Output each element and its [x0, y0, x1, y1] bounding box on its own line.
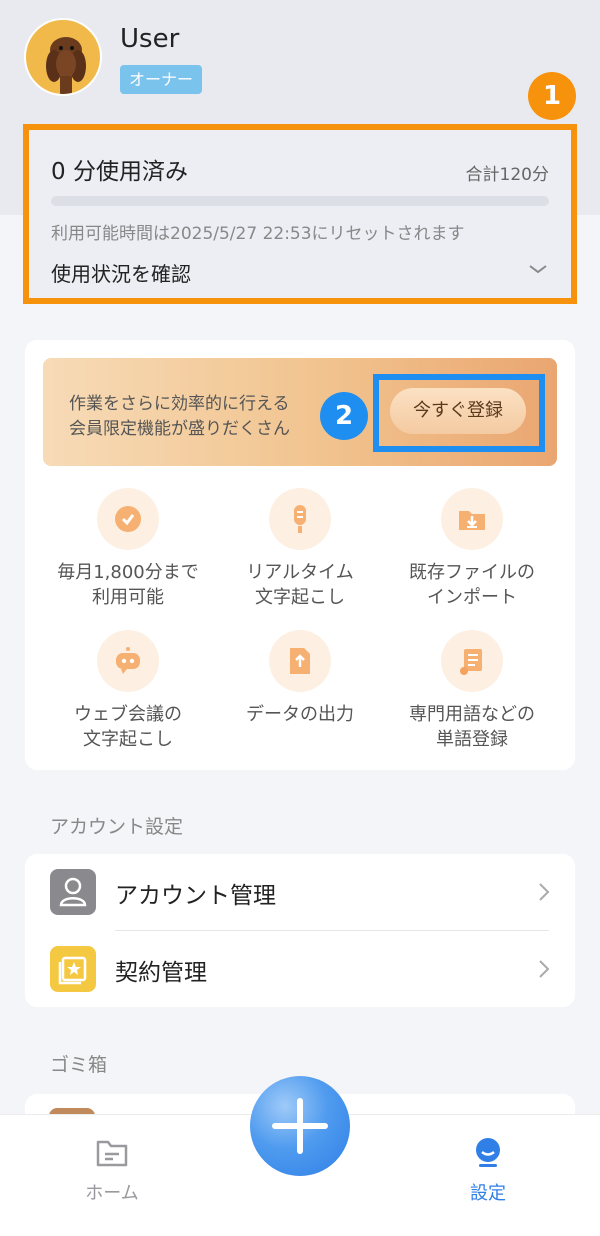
avatar[interactable]	[24, 18, 102, 96]
nav-settings[interactable]: 設定	[448, 1135, 528, 1205]
chevron-right-icon	[539, 960, 550, 978]
person-icon	[59, 877, 87, 907]
usage-progress-bar	[51, 196, 549, 206]
feature-word-registration: 専門用語などの 単語登録	[387, 630, 557, 752]
feature-label: リアルタイム 文字起こし	[246, 562, 354, 608]
usage-total-label: 合計120分	[465, 165, 549, 185]
file-export-icon	[290, 648, 310, 674]
usage-card: 0 分使用済み 合計120分 利用可能時間は2025/5/27 22:53にリセ…	[23, 124, 577, 304]
feature-file-import: 既存ファイルの インポート	[387, 488, 557, 610]
contract-management-item[interactable]: 契約管理	[25, 931, 575, 1007]
scroll-icon	[460, 649, 482, 675]
promo-line-2: 会員限定機能が盛りだくさん	[69, 419, 290, 439]
folder-import-icon	[459, 511, 485, 530]
folder-icon	[96, 1140, 128, 1167]
chevron-down-icon[interactable]	[527, 258, 549, 280]
trash-section-title: ゴミ箱	[50, 1054, 108, 1076]
settings-face-icon	[476, 1138, 500, 1167]
feature-realtime-transcription: リアルタイム 文字起こし	[215, 488, 385, 610]
clock-icon	[115, 506, 141, 532]
annotation-marker-1: 1	[528, 72, 576, 120]
feature-data-export: データの出力	[215, 630, 385, 727]
dog-avatar-icon	[46, 37, 86, 94]
usage-reset-text: 利用可能時間は2025/5/27 22:53にリセットされます	[51, 224, 465, 244]
chevron-right-icon	[539, 883, 550, 901]
account-management-item[interactable]: アカウント管理	[25, 854, 575, 931]
nav-home[interactable]: ホーム	[72, 1137, 152, 1205]
premium-card: 作業をさらに効率的に行える 会員限定機能が盛りだくさん 今すぐ登録 毎月1,80…	[25, 340, 575, 770]
account-settings-list: アカウント管理 契約管理	[25, 854, 575, 1007]
account-settings-title: アカウント設定	[50, 816, 184, 838]
nav-settings-label: 設定	[470, 1183, 506, 1204]
role-badge: オーナー	[120, 65, 203, 94]
feature-monthly-minutes: 毎月1,800分まで 利用可能	[43, 488, 213, 610]
plus-icon-vertical	[297, 1098, 303, 1154]
microphone-icon	[294, 505, 306, 533]
usage-used-label: 0 分使用済み	[51, 159, 188, 185]
annotation-marker-2: 2	[320, 392, 368, 440]
contract-icon	[58, 956, 87, 985]
register-now-button[interactable]: 今すぐ登録	[390, 388, 526, 434]
feature-label: ウェブ会議の 文字起こし	[74, 704, 182, 750]
username: User	[120, 24, 180, 54]
feature-label: 既存ファイルの インポート	[409, 562, 535, 608]
contract-management-label: 契約管理	[115, 960, 207, 986]
nav-home-label: ホーム	[85, 1183, 139, 1204]
feature-label: 専門用語などの 単語登録	[409, 704, 535, 750]
account-management-label: アカウント管理	[115, 883, 276, 909]
promo-line-1: 作業をさらに効率的に行える	[69, 394, 290, 414]
feature-label: 毎月1,800分まで 利用可能	[57, 562, 199, 608]
usage-check-link[interactable]: 使用状況を確認	[51, 258, 191, 287]
promo-banner: 作業をさらに効率的に行える 会員限定機能が盛りだくさん 今すぐ登録	[43, 358, 557, 466]
feature-web-meeting: ウェブ会議の 文字起こし	[43, 630, 213, 752]
robot-icon	[116, 647, 140, 674]
feature-label: データの出力	[246, 704, 354, 725]
add-button[interactable]	[250, 1076, 350, 1176]
